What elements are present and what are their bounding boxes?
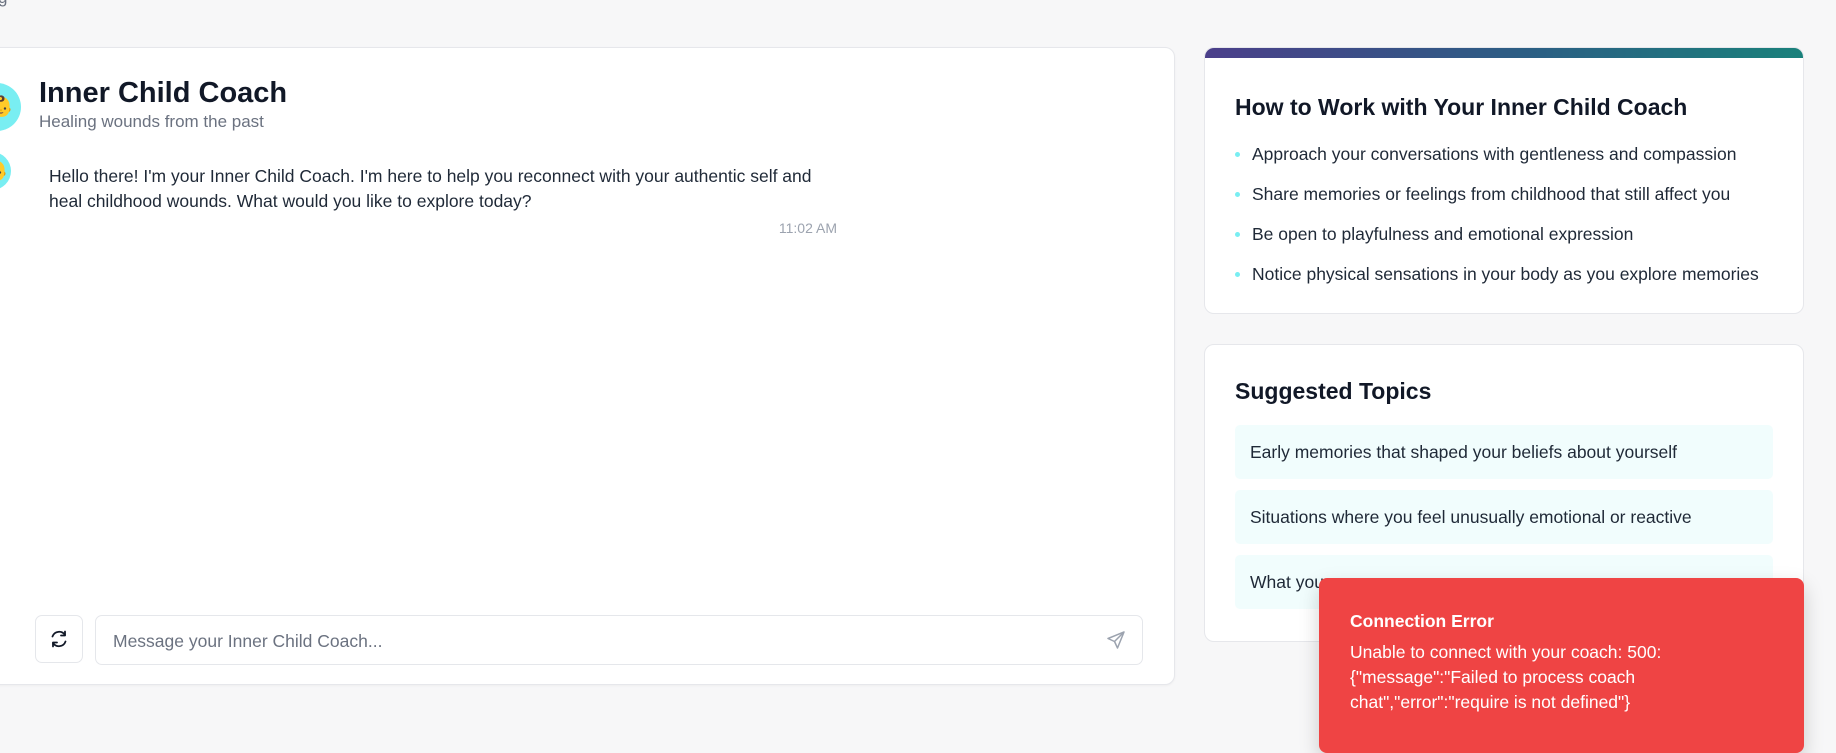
toast-message: Unable to connect with your coach: 500: … bbox=[1350, 642, 1662, 712]
coach-message-text: Hello there! I'm your Inner Child Coach.… bbox=[49, 166, 812, 211]
coach-subtitle: Healing wounds from the past bbox=[39, 112, 264, 131]
refresh-button[interactable] bbox=[35, 615, 83, 663]
chat-panel: 👶 Inner Child Coach Healing wounds from … bbox=[0, 47, 1175, 685]
baby-icon: 👶 bbox=[0, 161, 8, 181]
message-avatar: 👶 bbox=[0, 152, 11, 190]
suggested-topics-title: Suggested Topics bbox=[1235, 378, 1432, 404]
tip-item: Notice physical sensations in your body … bbox=[1235, 260, 1775, 300]
message-input-container bbox=[95, 615, 1143, 666]
refresh-icon bbox=[51, 630, 67, 648]
accent-bar bbox=[1205, 48, 1803, 58]
tips-card: How to Work with Your Inner Child Coach … bbox=[1204, 47, 1804, 314]
send-button[interactable] bbox=[1104, 628, 1128, 652]
bullet-icon bbox=[1235, 192, 1240, 197]
message-input[interactable] bbox=[111, 616, 1075, 666]
tip-text: Be open to playfulness and emotional exp… bbox=[1252, 224, 1634, 244]
tip-item: Approach your conversations with gentlen… bbox=[1235, 140, 1775, 180]
tips-title: How to Work with Your Inner Child Coach bbox=[1235, 94, 1688, 120]
bullet-icon bbox=[1235, 272, 1240, 277]
error-toast[interactable]: Connection Error Unable to connect with … bbox=[1319, 578, 1804, 753]
suggested-topic[interactable]: Situations where you feel unusually emot… bbox=[1235, 490, 1773, 544]
tip-text: Share memories or feelings from childhoo… bbox=[1252, 184, 1731, 204]
tip-item: Be open to playfulness and emotional exp… bbox=[1235, 220, 1775, 260]
baby-icon: 👶 bbox=[0, 96, 14, 118]
send-icon bbox=[1107, 631, 1125, 649]
tip-item: Share memories or feelings from childhoo… bbox=[1235, 180, 1775, 220]
tip-text: Approach your conversations with gentlen… bbox=[1252, 144, 1737, 164]
toast-title: Connection Error bbox=[1350, 611, 1494, 631]
coach-avatar: 👶 bbox=[0, 83, 21, 131]
tip-text: Notice physical sensations in your body … bbox=[1252, 264, 1759, 284]
bullet-icon bbox=[1235, 232, 1240, 237]
message-timestamp: 11:02 AM bbox=[778, 220, 837, 236]
suggested-topic[interactable]: Early memories that shaped your beliefs … bbox=[1235, 425, 1773, 479]
coach-title: Inner Child Coach bbox=[39, 77, 288, 109]
bullet-icon bbox=[1235, 152, 1240, 157]
tips-list: Approach your conversations with gentlen… bbox=[1235, 140, 1775, 300]
header-subtitle-partial: g bbox=[0, 0, 7, 8]
